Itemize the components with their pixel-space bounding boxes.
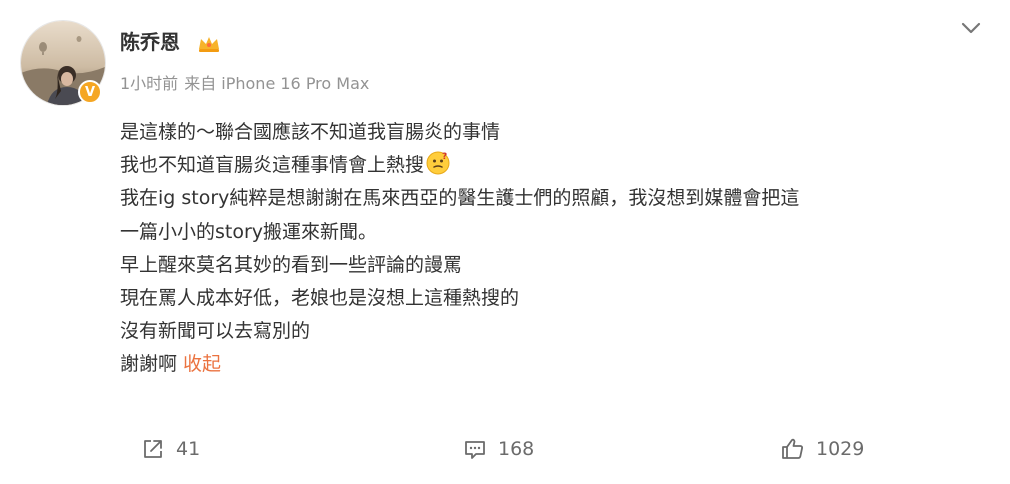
thinking-face-emoji: ?: [426, 151, 450, 175]
post-line: 沒有新聞可以去寫別的: [120, 320, 311, 343]
comment-count: 168: [498, 438, 535, 460]
like-count: 1029: [816, 438, 865, 460]
post-line: 現在罵人成本好低，老娘也是沒想上這種熱搜的: [120, 287, 520, 310]
like-button[interactable]: 1029: [780, 434, 864, 464]
post-line: 早上醒來莫名其妙的看到一些評論的謾罵: [120, 253, 463, 276]
post-source: 来自 iPhone 16 Pro Max: [184, 74, 370, 93]
author-name[interactable]: 陈乔恩: [120, 28, 180, 56]
thumbs-up-icon: [782, 438, 803, 459]
post-time[interactable]: 1小时前: [120, 74, 178, 93]
share-button[interactable]: 41: [140, 434, 200, 464]
crown-icon[interactable]: [197, 34, 221, 54]
comment-icon: [465, 441, 485, 459]
post-line: 一篇小小的story搬運來新聞。: [120, 220, 378, 243]
post-meta: 1小时前 来自 iPhone 16 Pro Max: [120, 72, 369, 96]
post-text: 是這樣的～聯合國應該不知道我盲腸炎的事情 我也不知道盲腸炎這種事情會上熱搜? 我…: [120, 116, 990, 382]
weibo-post-card: V 陈乔恩 1小时前 来自 iPhone 16 Pro Max 是這樣的～聯合國應…: [0, 0, 1010, 484]
post-line: 謝謝啊 收起: [120, 353, 222, 376]
post-line: 是這樣的～聯合國應該不知道我盲腸炎的事情: [120, 121, 501, 143]
svg-text:?: ?: [442, 152, 447, 162]
post-line: 我在ig story純粹是想謝謝在馬來西亞的醫生護士們的照顧，我沒想到媒體會把這: [120, 187, 800, 210]
verified-v-icon: V: [78, 80, 102, 104]
collapse-link[interactable]: 收起: [183, 353, 221, 375]
comment-button[interactable]: 168: [462, 434, 534, 464]
chevron-down-icon[interactable]: [958, 18, 984, 38]
share-count: 41: [176, 438, 201, 460]
share-icon: [144, 440, 162, 458]
post-line: 我也不知道盲腸炎這種事情會上熱搜?: [120, 149, 990, 182]
